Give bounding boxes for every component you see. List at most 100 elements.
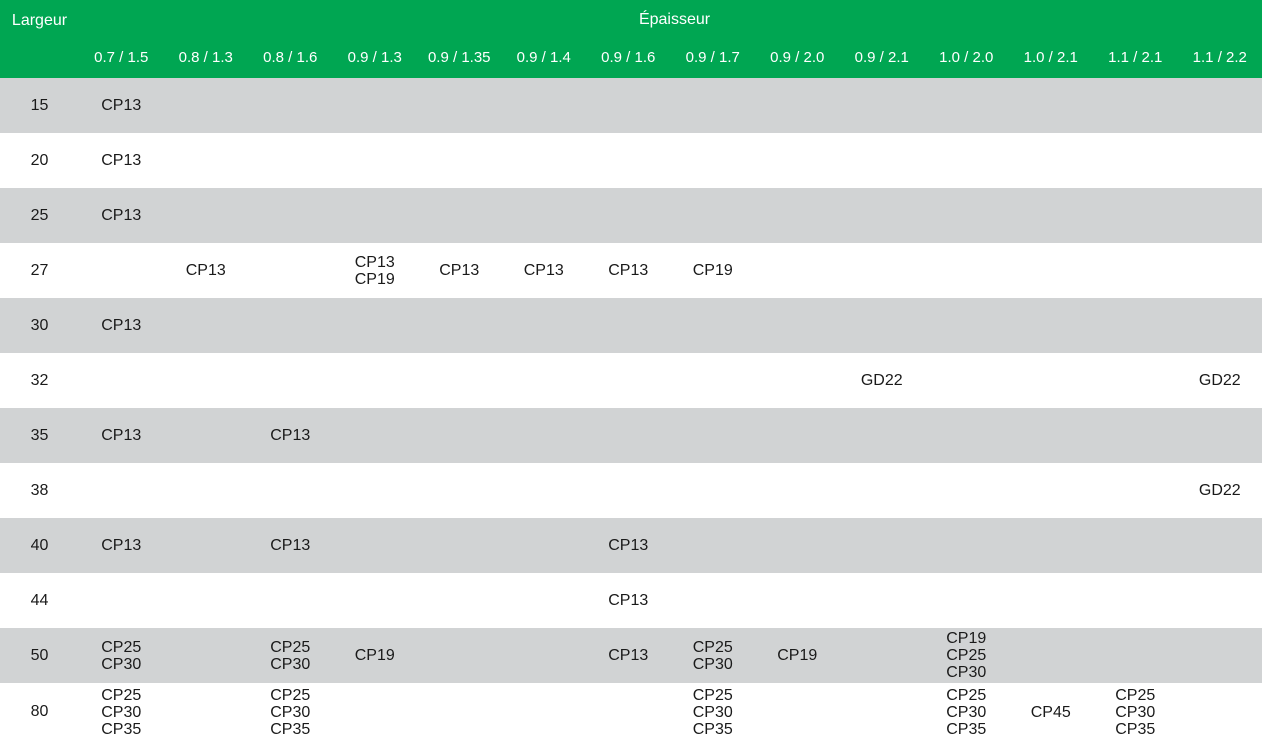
profile-cell [586,133,671,188]
profile-cell [924,133,1009,188]
profile-code: CP25 [692,638,733,656]
profile-cell [248,243,333,298]
profile-cell [332,573,417,628]
profile-code: CP13 [608,592,649,609]
profile-cell [586,78,671,133]
profile-cell: CP25 CP30 [670,628,755,683]
profile-cell [755,463,840,518]
profile-cell [163,683,248,741]
profile-cell [1177,133,1262,188]
profile-cell [670,188,755,243]
profile-cell [417,573,502,628]
profile-cell [79,573,164,628]
profile-code: CP30 [692,655,733,673]
profile-code: CP30 [946,664,987,681]
table-row: 20 CP13 [0,133,1262,188]
thickness-column-header: 0.9 / 1.6 [586,40,671,78]
profile-code: GD22 [860,372,903,389]
profile-cell [670,298,755,353]
profile-cell: CP13 [79,133,164,188]
profile-cell: GD22 [1177,463,1262,518]
thickness-column-header: 0.7 / 1.5 [79,40,164,78]
profile-cell [163,408,248,463]
profile-cell [332,683,417,741]
profile-cell [924,573,1009,628]
profile-cell [79,243,164,298]
table-body: 15 CP13 20 CP13 25 CP13 27 CP13 CP13 CP19 CP13 CP13… [0,78,1262,741]
profile-cell [924,408,1009,463]
profile-code: CP13 [354,253,395,271]
profile-cell [839,298,924,353]
profile-code: CP25 [270,686,311,704]
profile-code: CP13 [101,537,142,554]
profile-cell [417,353,502,408]
profile-code: CP13 [101,427,142,444]
profile-cell [755,683,840,741]
profile-table: Largeur Épaisseur 0.7 / 1.5 0.8 / 1.3 0.8 … [0,0,1262,741]
width-cell: 20 [0,133,79,188]
width-cell: 27 [0,243,79,298]
thickness-column-header: 0.9 / 1.3 [332,40,417,78]
profile-code: CP35 [946,720,987,738]
profile-cell [670,78,755,133]
thickness-column-header: 1.1 / 2.1 [1093,40,1178,78]
width-cell: 40 [0,518,79,573]
profile-cell [417,298,502,353]
profile-code: CP30 [1115,703,1156,721]
profile-cell: CP13 [163,243,248,298]
profile-cell [163,298,248,353]
profile-cell: CP13 [586,573,671,628]
profile-cell [586,353,671,408]
profile-cell [670,353,755,408]
profile-cell: CP13 [79,408,164,463]
profile-cell [839,518,924,573]
profile-cell [1093,353,1178,408]
width-cell: 38 [0,463,79,518]
profile-code: CP25 [692,686,733,704]
profile-cell [755,353,840,408]
profile-cell [839,573,924,628]
profile-cell [163,628,248,683]
table-row: 32 GD22 GD22 [0,353,1262,408]
profile-cell [332,408,417,463]
profile-cell [79,353,164,408]
width-cell: 25 [0,188,79,243]
profile-code: CP13 [523,262,564,279]
profile-cell [924,353,1009,408]
profile-cell [332,78,417,133]
profile-cell [501,298,586,353]
table-row: 40 CP13 CP13 CP13 [0,518,1262,573]
profile-cell [1008,243,1093,298]
table-header: Largeur Épaisseur 0.7 / 1.5 0.8 / 1.3 0.8 … [0,0,1262,78]
table-row: 27 CP13 CP13 CP19 CP13 CP13 CP13 CP19 [0,243,1262,298]
thickness-column-header: 0.9 / 2.1 [839,40,924,78]
profile-code: CP19 [354,270,395,288]
profile-cell [501,628,586,683]
thickness-column-header: 0.9 / 1.7 [670,40,755,78]
profile-code: CP35 [692,720,733,738]
profile-cell [839,78,924,133]
profile-cell [501,683,586,741]
profile-code: CP35 [101,720,142,738]
thickness-column-header: 0.8 / 1.3 [163,40,248,78]
profile-cell [755,243,840,298]
profile-cell [163,573,248,628]
profile-cell [163,518,248,573]
profile-code: CP19 [777,647,818,664]
profile-cell [417,518,502,573]
profile-cell [586,463,671,518]
table-row: 25 CP13 [0,188,1262,243]
profile-cell [924,298,1009,353]
profile-code: CP30 [946,703,987,721]
profile-cell [755,133,840,188]
thickness-column-header: 0.8 / 1.6 [248,40,333,78]
table-row: 35 CP13 CP13 [0,408,1262,463]
profile-cell: CP45 [1008,683,1093,741]
profile-cell [501,188,586,243]
table-row: 50 CP25 CP30 CP25 CP30 CP19 CP13 CP25 CP30 CP19 CP… [0,628,1262,683]
epaisseur-header: Épaisseur [79,0,1262,40]
profile-cell: CP13 [79,78,164,133]
profile-code: CP19 [354,647,395,664]
profile-code: CP45 [1030,703,1071,721]
profile-cell [839,133,924,188]
